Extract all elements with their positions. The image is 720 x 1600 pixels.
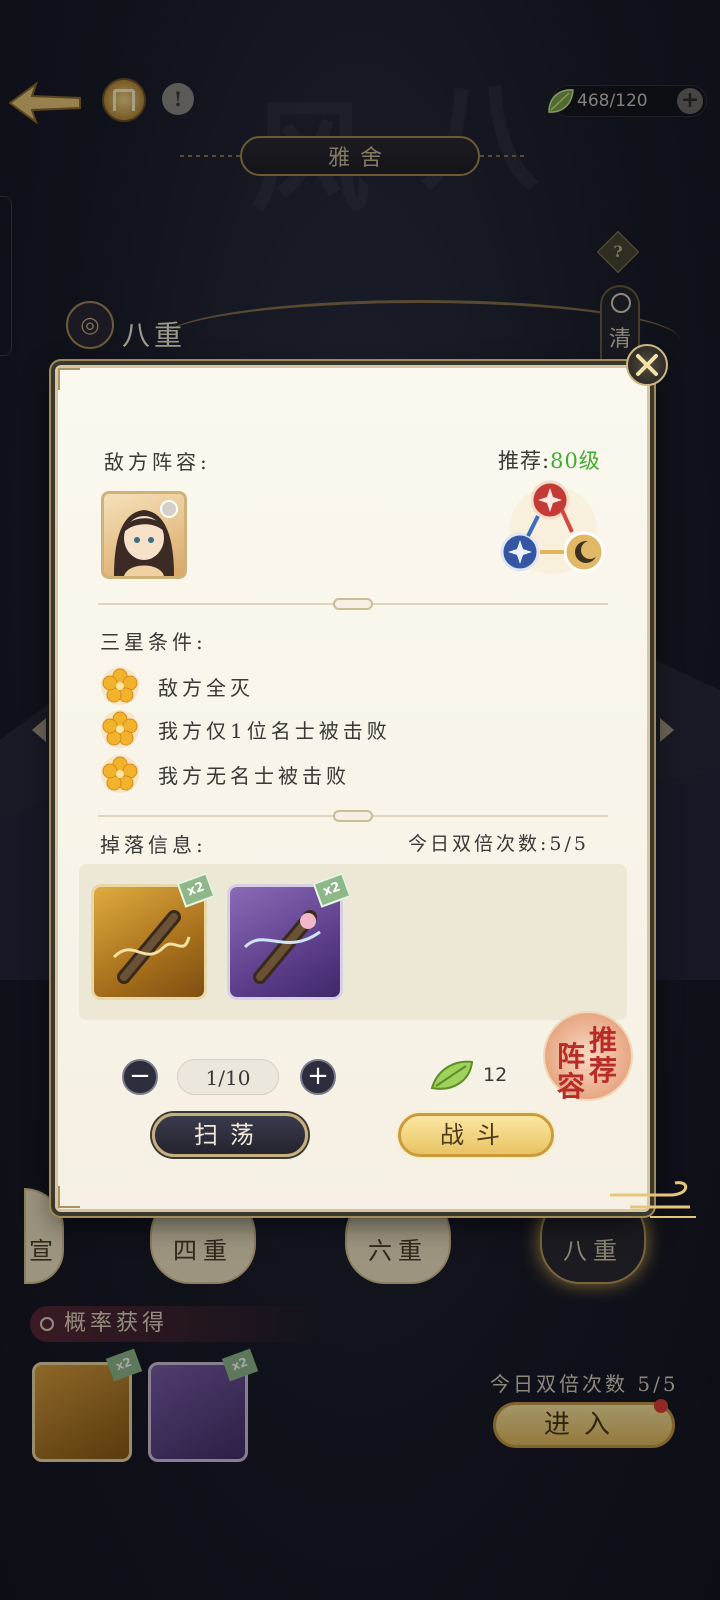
corner-ornament	[58, 1186, 80, 1208]
stamina-cost: 12	[483, 1064, 508, 1086]
condition-row: 我方仅1位名士被击败	[100, 709, 391, 749]
recommended-level: 推荐:80级	[498, 449, 601, 473]
three-star-label: 三星条件:	[100, 630, 207, 654]
enemy-lineup-label: 敌方阵容:	[104, 450, 211, 474]
next-arrow-icon[interactable]	[660, 718, 674, 742]
fight-button[interactable]: 战斗	[398, 1113, 554, 1157]
corner-ornament	[58, 368, 80, 390]
increase-button[interactable]: +	[300, 1059, 336, 1095]
flower-star-icon	[101, 710, 139, 748]
gold-guqin-item[interactable]: x2	[91, 872, 216, 1000]
prev-arrow-icon[interactable]	[32, 718, 46, 742]
leaf-icon	[430, 1060, 474, 1090]
condition-text: 我方仅1位名士被击败	[158, 718, 391, 743]
enemy-portrait[interactable]	[101, 491, 187, 579]
condition-text: 我方无名士被击败	[158, 763, 350, 788]
flower-star-icon	[101, 755, 139, 793]
flower-star-icon	[101, 667, 139, 705]
drop-info-label: 掉落信息:	[100, 833, 207, 857]
condition-row: 敌方全灭	[100, 666, 254, 706]
close-icon	[636, 354, 658, 376]
purple-guqin-item[interactable]: x2	[227, 872, 352, 1000]
condition-text: 敌方全灭	[158, 675, 254, 700]
section-divider	[98, 810, 608, 822]
sweep-button[interactable]: 扫荡	[152, 1113, 308, 1157]
close-button[interactable]	[626, 344, 668, 386]
recommended-lineup-button[interactable]: 推 荐 阵 容	[543, 1011, 633, 1103]
section-divider	[98, 598, 608, 610]
cloud-lines-decoration	[610, 1181, 696, 1218]
rank-icon	[160, 500, 178, 518]
recommended-level-value: 80级	[550, 449, 601, 473]
double-drop-count: 今日双倍次数:5/5	[408, 833, 589, 855]
condition-row: 我方无名士被击败	[100, 754, 350, 794]
sweep-count-stepper[interactable]: 1/10	[177, 1059, 279, 1095]
element-counter-wheel-icon[interactable]	[500, 480, 606, 580]
decrease-button[interactable]: −	[122, 1059, 158, 1095]
